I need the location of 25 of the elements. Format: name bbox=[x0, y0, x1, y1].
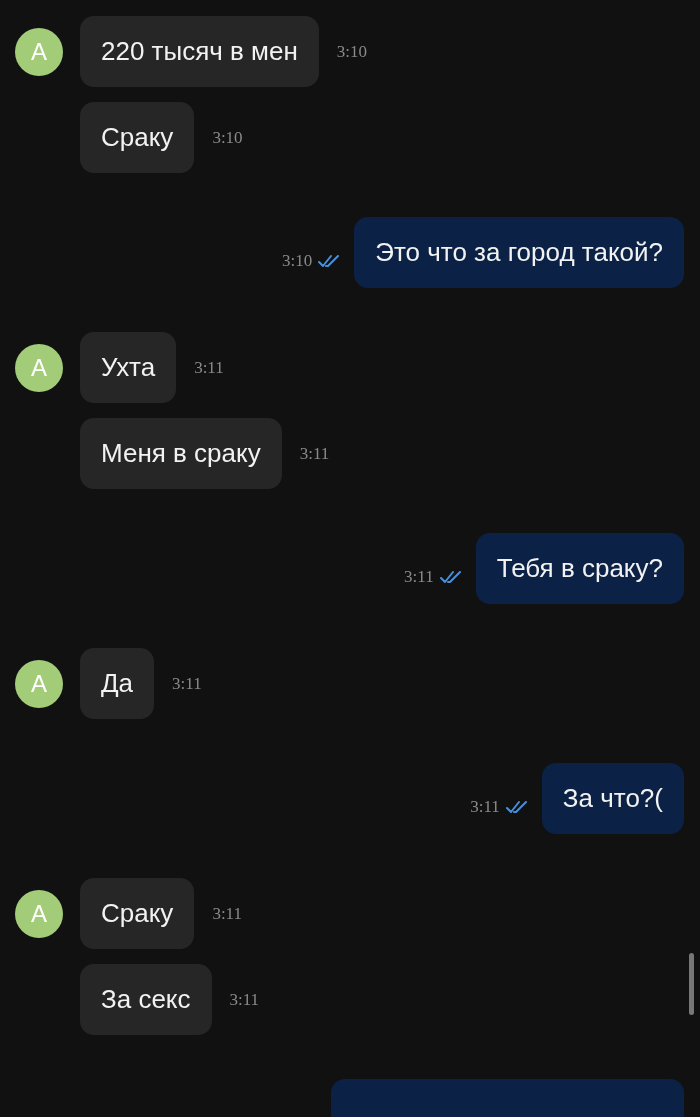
message-time: 3:11 bbox=[404, 565, 434, 588]
message-bubble: 220 тысяч в мен bbox=[80, 16, 319, 87]
message-time: 3:11 bbox=[194, 357, 224, 377]
message-bubble: Да bbox=[80, 648, 155, 719]
message-bubble: За секс bbox=[80, 964, 212, 1035]
message-bubble: Меня в сраку bbox=[80, 418, 282, 489]
avatar[interactable]: A bbox=[15, 343, 63, 392]
message-bubble: Сраку bbox=[80, 878, 195, 949]
message-bubble: Тебя в сраку? bbox=[475, 533, 684, 604]
message-bubble: Ухта bbox=[80, 332, 177, 403]
message-bubble: За что?( bbox=[541, 763, 684, 834]
message-time: 3:11 bbox=[470, 795, 500, 818]
avatar[interactable]: A bbox=[15, 27, 63, 76]
message-time: 3:10 bbox=[336, 41, 367, 61]
message-time: 3:11 bbox=[229, 989, 260, 1009]
message-bubble: Сраку bbox=[80, 102, 195, 173]
message-time: 3:10 bbox=[282, 249, 313, 272]
avatar[interactable]: A bbox=[15, 889, 63, 938]
avatar[interactable]: A bbox=[15, 659, 63, 708]
message-time: 3:10 bbox=[212, 127, 243, 147]
message-time: 3:11 bbox=[212, 903, 242, 923]
message-time: 3:11 bbox=[172, 673, 202, 693]
message-time: 3:11 bbox=[299, 443, 330, 463]
scrollbar[interactable] bbox=[689, 953, 694, 1015]
message-bubble: Это что за город такой? bbox=[354, 217, 684, 288]
